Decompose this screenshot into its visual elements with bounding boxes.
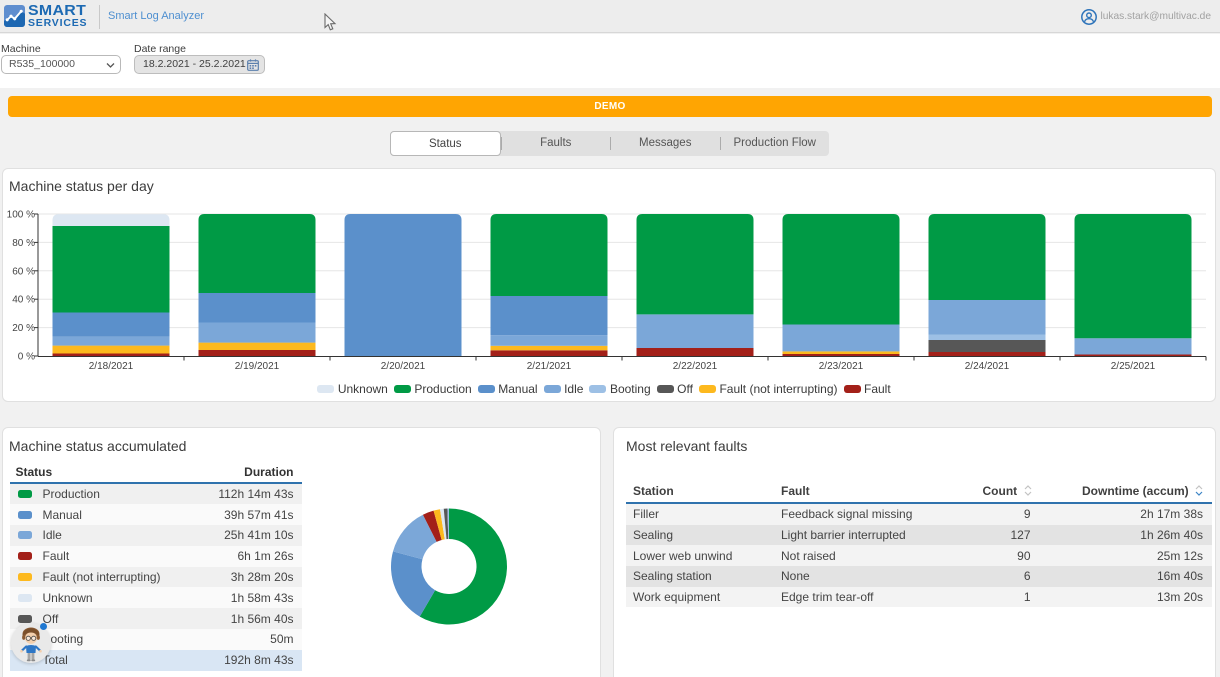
svg-text:2/18/2021: 2/18/2021 bbox=[89, 361, 134, 372]
svg-text:80 %: 80 % bbox=[12, 238, 35, 249]
svg-text:2/19/2021: 2/19/2021 bbox=[235, 361, 280, 372]
svg-text:20 %: 20 % bbox=[12, 323, 35, 334]
svg-text:2/21/2021: 2/21/2021 bbox=[527, 361, 572, 372]
svg-text:2/22/2021: 2/22/2021 bbox=[673, 361, 718, 372]
svg-text:100 %: 100 % bbox=[7, 210, 35, 221]
svg-text:40 %: 40 % bbox=[12, 295, 35, 306]
svg-text:2/20/2021: 2/20/2021 bbox=[381, 361, 426, 372]
svg-text:2/25/2021: 2/25/2021 bbox=[1111, 361, 1156, 372]
svg-text:2/24/2021: 2/24/2021 bbox=[965, 361, 1010, 372]
svg-text:0 %: 0 % bbox=[18, 352, 35, 363]
svg-text:2/23/2021: 2/23/2021 bbox=[819, 361, 864, 372]
svg-text:60 %: 60 % bbox=[12, 266, 35, 277]
